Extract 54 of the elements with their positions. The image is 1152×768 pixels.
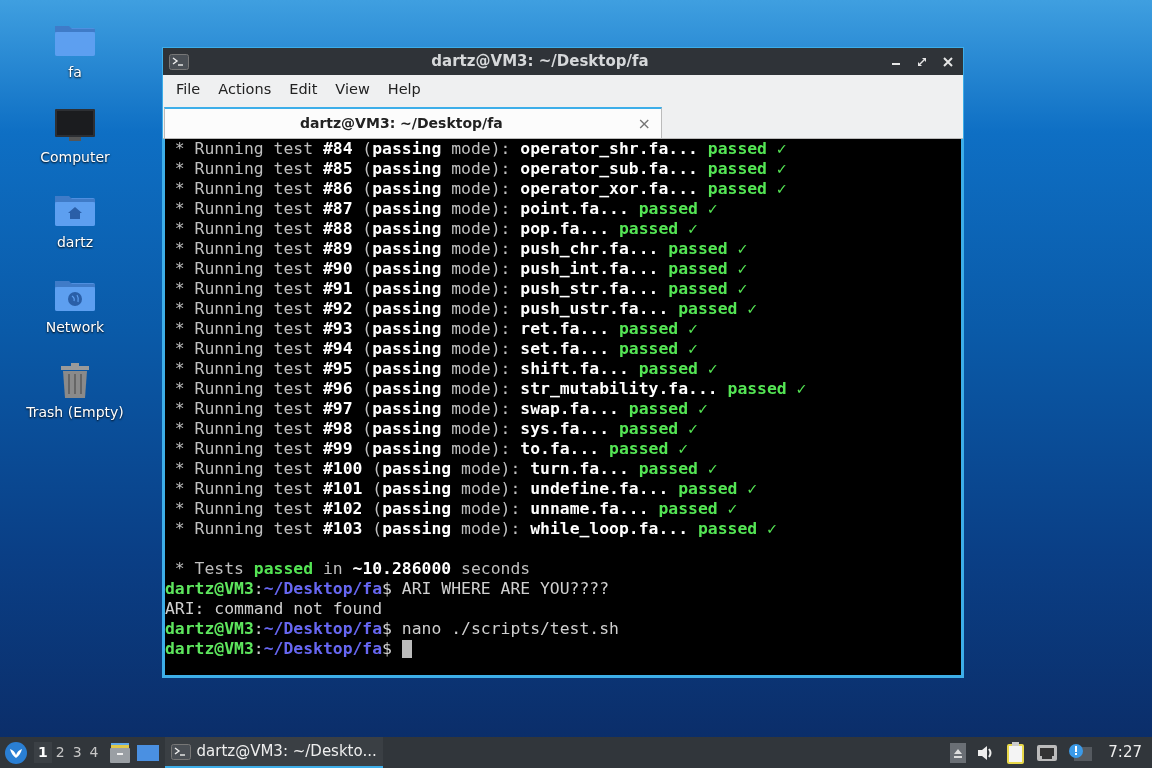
menu-item[interactable]: Actions [209, 79, 281, 101]
close-icon[interactable] [943, 56, 953, 67]
terminal-icon [169, 53, 189, 70]
window-title: dartz@VM3: ~/Desktop/fa [430, 51, 650, 73]
terminal-line: * Running test #103 (passing mode): while_loop.fa... passed ✓ [173, 519, 777, 539]
terminal-line: * Running test #95 (passing mode): shift.fa... passed ✓ [173, 359, 718, 379]
workspace-button[interactable]: 2 [51, 742, 69, 763]
terminal-line: * Running test #90 (passing mode): push_int.fa... passed ✓ [173, 259, 748, 279]
terminal-line: * Running test #101 (passing mode): undefine.fa... passed ✓ [173, 479, 758, 499]
terminal-line: * Running test #93 (passing mode): ret.fa... passed ✓ [173, 319, 698, 339]
menu-item[interactable]: Edit [280, 79, 327, 101]
terminal-line: * Running test #92 (passing mode): push_ustr.fa... passed ✓ [173, 299, 758, 319]
terminal-line: dartz@VM3:~/Desktop/fa$ nano ./scripts/test.sh [165, 619, 619, 639]
close-tab-button[interactable]: × [637, 111, 651, 136]
terminal-line: * Running test #96 (passing mode): str_mutability.fa... passed ✓ [173, 379, 807, 399]
desktop-icon[interactable] [136, 743, 159, 762]
terminal-line: * Running test #91 (passing mode): push_str.fa... passed ✓ [173, 279, 748, 299]
file-cabinet-icon[interactable] [108, 742, 131, 763]
terminal-line: dartz@VM3:~/Desktop/fa$ ARI WHERE ARE YOU???? [165, 579, 610, 599]
terminal-line: * Tests passed in ~10.286000 seconds [173, 559, 531, 579]
terminal-line: * Running test #102 (passing mode): unname.fa... passed ✓ [173, 499, 738, 519]
terminal-line: * Running test #85 (passing mode): operator_sub.fa... passed ✓ [173, 159, 787, 179]
menu-item[interactable]: View [326, 79, 379, 101]
icon-label[interactable]: Network [45, 317, 105, 338]
menu-item[interactable]: Help [378, 79, 430, 101]
clipboard-icon[interactable] [1006, 741, 1027, 764]
taskbar-window-button[interactable]: dartz@VM3: ~/Deskto... [164, 737, 383, 768]
terminal-tab[interactable]: dartz@VM3: ~/Desktop/fa × [164, 107, 662, 138]
eject-icon[interactable] [950, 742, 967, 763]
terminal-line: * Running test #86 (passing mode): operator_xor.fa... passed ✓ [173, 179, 787, 199]
network-port-icon[interactable] [1036, 743, 1059, 762]
terminal-line: * Running test #87 (passing mode): point.fa... passed ✓ [173, 199, 718, 219]
terminal-line: * Running test #100 (passing mode): turn.fa... passed ✓ [173, 459, 718, 479]
terminal-line: dartz@VM3:~/Desktop/fa$ [165, 639, 392, 659]
terminal-line: * Running test #88 (passing mode): pop.fa... passed ✓ [173, 219, 698, 239]
workspace-button[interactable]: 1 [34, 742, 52, 763]
terminal-line: ARI: command not found [165, 599, 383, 619]
terminal-line: * Running test #94 (passing mode): set.fa... passed ✓ [173, 339, 698, 359]
terminal-icon [170, 743, 191, 760]
terminal-line: * Running test #97 (passing mode): swap.fa... passed ✓ [173, 399, 708, 419]
notification-icon[interactable] [1068, 742, 1093, 763]
terminal-line: * Running test #98 (passing mode): sys.fa... passed ✓ [173, 419, 698, 439]
terminal-line: * Running test #84 (passing mode): operator_shr.fa... passed ✓ [173, 139, 787, 159]
terminal-line: * Running test #89 (passing mode): push_chr.fa... passed ✓ [173, 239, 748, 259]
menu-item[interactable]: File [167, 79, 210, 101]
icon-label[interactable]: fa [68, 62, 82, 83]
clock[interactable]: 7:27 [1108, 741, 1142, 764]
icon-label[interactable]: Trash (Empty) [26, 402, 124, 423]
icon-label[interactable]: Computer [40, 147, 110, 168]
maximize-icon[interactable] [917, 56, 927, 67]
icon-label[interactable]: dartz [56, 232, 94, 253]
terminal-line: * Running test #99 (passing mode): to.fa... passed ✓ [173, 439, 689, 459]
workspace-button[interactable]: 4 [85, 742, 103, 763]
workspace-button[interactable]: 3 [68, 742, 86, 763]
